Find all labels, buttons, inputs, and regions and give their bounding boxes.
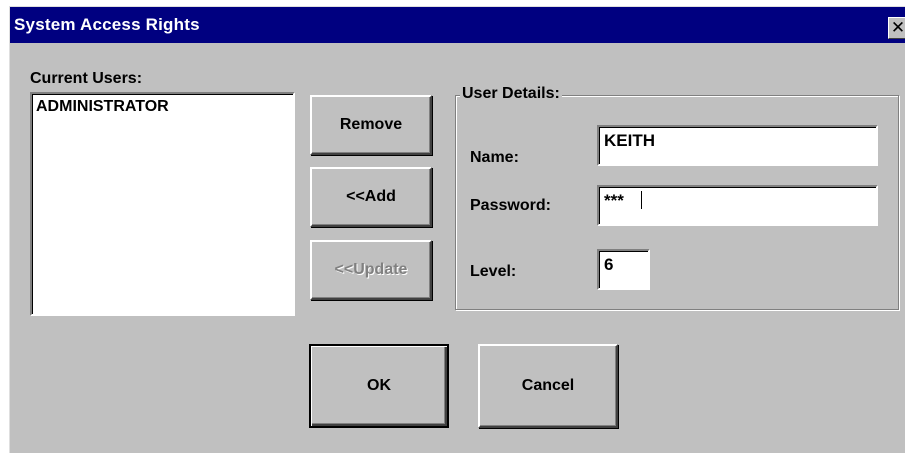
ok-button[interactable]: OK	[309, 344, 449, 428]
system-access-rights-dialog: System Access Rights ✕ Current Users: AD…	[9, 6, 905, 453]
current-users-listbox[interactable]: ADMINISTRATOR	[30, 92, 295, 316]
current-users-label: Current Users:	[30, 70, 143, 87]
ok-button-label: OK	[367, 377, 391, 394]
cancel-button-label: Cancel	[521, 377, 575, 394]
title-bar: System Access Rights ✕	[10, 7, 905, 43]
update-button[interactable]: <<Update	[310, 240, 432, 300]
update-button-label: <<Update	[334, 261, 408, 278]
window-title: System Access Rights	[14, 15, 200, 34]
list-item[interactable]: ADMINISTRATOR	[36, 98, 169, 116]
password-label: Password:	[470, 197, 551, 214]
text-cursor	[641, 191, 642, 209]
level-label: Level:	[470, 263, 517, 280]
name-value: KEITH	[604, 131, 655, 150]
remove-button-label: Remove	[339, 116, 403, 133]
user-details-legend: User Details:	[460, 85, 562, 103]
name-label: Name:	[470, 149, 519, 166]
add-button[interactable]: <<Add	[310, 167, 432, 227]
level-field[interactable]: 6	[597, 249, 650, 290]
close-icon: ✕	[890, 18, 905, 37]
level-value: 6	[604, 255, 614, 274]
remove-button[interactable]: Remove	[310, 95, 432, 155]
password-field[interactable]: ***	[597, 185, 878, 226]
cancel-button[interactable]: Cancel	[478, 344, 618, 428]
name-field[interactable]: KEITH	[597, 125, 878, 166]
close-button[interactable]: ✕	[888, 17, 905, 39]
user-details-group: User Details: Name: KEITH Password: *** …	[455, 85, 899, 310]
password-value: ***	[604, 191, 624, 210]
add-button-label: <<Add	[346, 188, 396, 205]
